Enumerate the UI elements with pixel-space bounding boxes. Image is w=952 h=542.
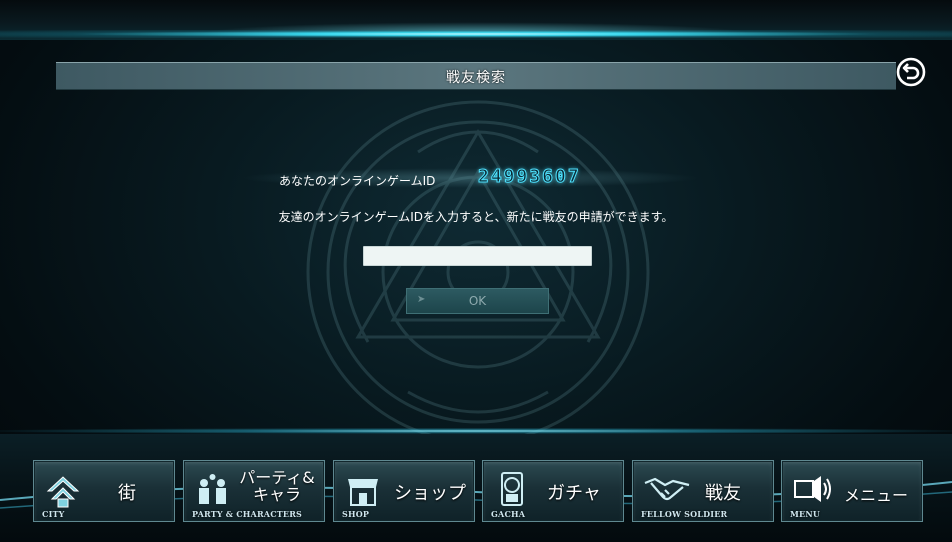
page-title: 戦友検索 bbox=[446, 70, 506, 86]
instruction-text: 友達のオンラインゲームIDを入力すると、新たに戦友の申請ができます。 bbox=[278, 210, 674, 224]
handshake-icon bbox=[644, 477, 690, 501]
nav-label-party: パーティ& キャラ bbox=[239, 468, 315, 504]
nav-sub-menu: MENU bbox=[790, 509, 821, 519]
party-icon bbox=[199, 474, 226, 504]
gacha-icon bbox=[501, 472, 523, 506]
nav-button-menu[interactable]: メニュー MENU bbox=[781, 460, 923, 522]
shop-icon bbox=[348, 479, 378, 506]
top-glow-line bbox=[0, 30, 952, 38]
nav-sub-gacha: GACHA bbox=[491, 509, 526, 519]
bottom-glow-line bbox=[0, 428, 952, 434]
nav-button-shop[interactable]: ショップ SHOP bbox=[333, 460, 475, 522]
online-id-label: あなたのオンラインゲームID bbox=[279, 174, 436, 188]
back-arrow-icon[interactable] bbox=[895, 56, 927, 88]
online-id-value: 24993607 bbox=[478, 166, 581, 188]
ok-button[interactable]: ➤ OK bbox=[406, 288, 549, 314]
city-icon bbox=[46, 476, 80, 508]
menu-speaker-icon bbox=[794, 476, 831, 502]
nav-label-gacha: ガチャ bbox=[547, 483, 601, 504]
game-screen: 戦友検索 あなたのオンラインゲームID 24993607 友達のオンラインゲーム… bbox=[0, 0, 952, 542]
emblem-background bbox=[306, 100, 650, 444]
nav-button-city[interactable]: 街 CITY bbox=[33, 460, 175, 522]
nav-sub-city: CITY bbox=[42, 509, 65, 519]
nav-button-party[interactable]: パーティ& キャラ PARTY & CHARACTERS bbox=[183, 460, 325, 522]
nav-label-fellow: 戦友 bbox=[705, 483, 741, 504]
title-bar: 戦友検索 bbox=[56, 62, 896, 90]
nav-label-city: 街 bbox=[118, 483, 136, 504]
nav-button-gacha[interactable]: ガチャ GACHA bbox=[482, 460, 624, 522]
friend-id-input[interactable] bbox=[363, 246, 592, 266]
nav-sub-party: PARTY & CHARACTERS bbox=[192, 509, 303, 519]
nav-sub-shop: SHOP bbox=[342, 509, 370, 519]
ok-button-label: OK bbox=[468, 294, 487, 308]
nav-label-menu: メニュー bbox=[844, 486, 909, 505]
nav-sub-fellow: FELLOW SOLDIER bbox=[641, 509, 728, 519]
nav-label-shop: ショップ bbox=[394, 483, 466, 504]
nav-button-fellow[interactable]: 戦友 FELLOW SOLDIER bbox=[632, 460, 774, 522]
